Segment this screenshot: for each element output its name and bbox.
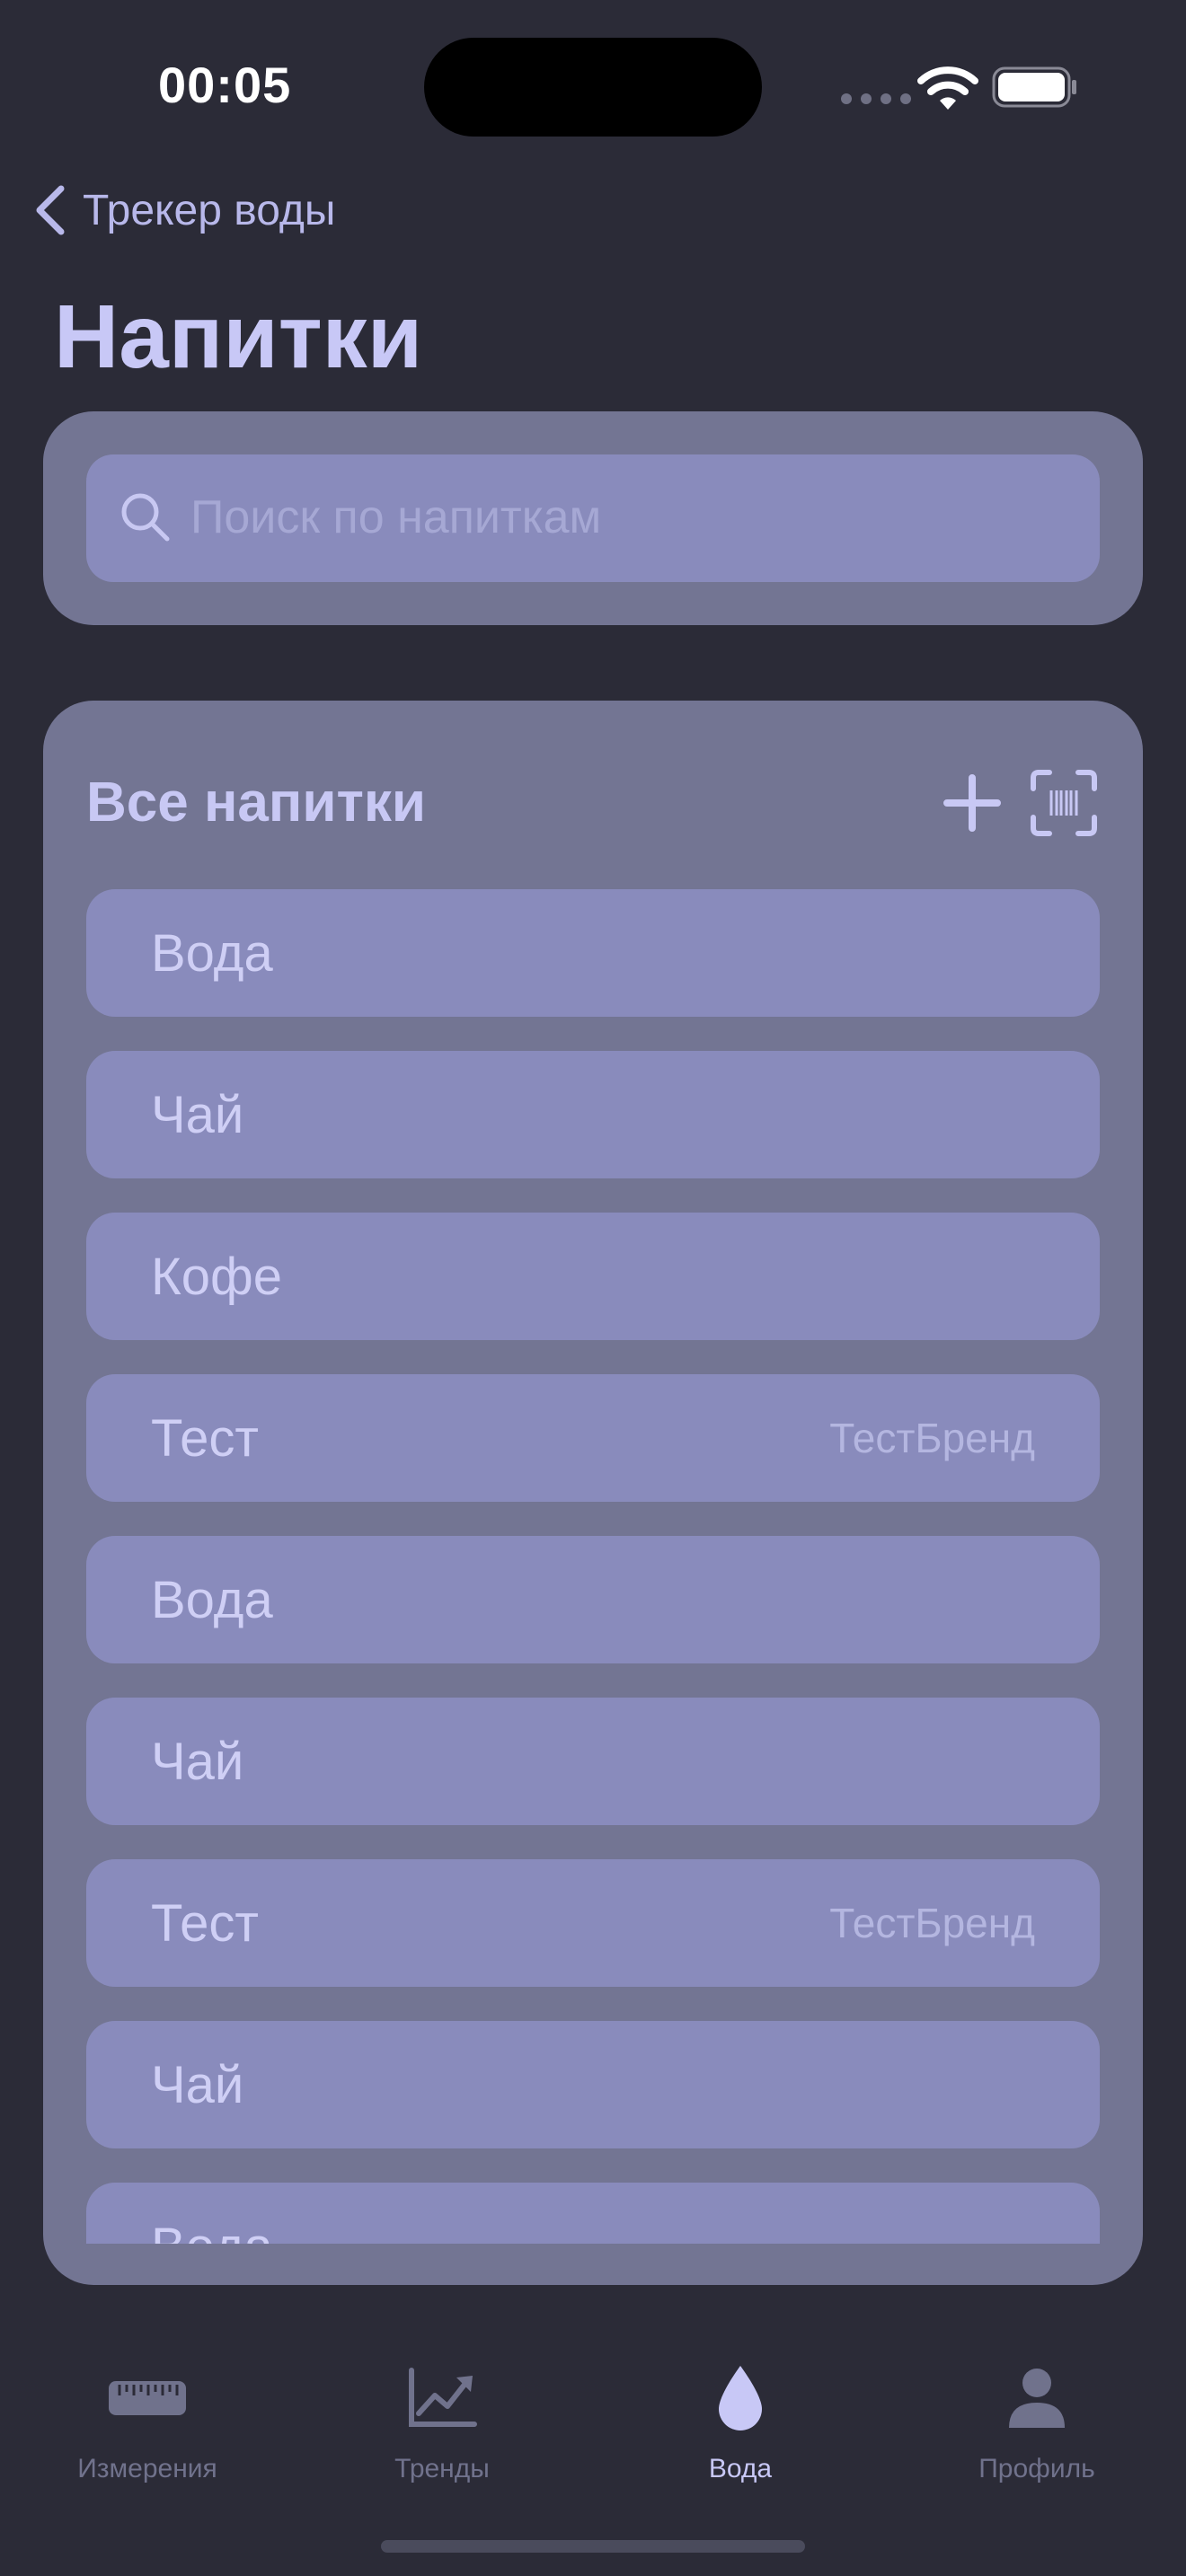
drink-name: Чай (151, 1732, 244, 1791)
drink-list-item[interactable]: Вода (86, 2183, 1100, 2244)
tab-profile[interactable]: Профиль (911, 2362, 1163, 2484)
page-title: Напитки (54, 287, 423, 387)
back-button[interactable]: Трекер воды (32, 183, 335, 237)
search-icon (121, 493, 170, 542)
cellular-signal-icon (841, 93, 911, 104)
drink-list-item[interactable]: Вода (86, 1536, 1100, 1663)
drink-name: Кофе (151, 1247, 283, 1306)
tab-label: Профиль (978, 2454, 1095, 2483)
tab-measurements[interactable]: Измерения (22, 2362, 273, 2484)
home-indicator (381, 2540, 805, 2553)
drink-name: Тест (151, 1408, 259, 1468)
tab-label: Тренды (394, 2454, 490, 2483)
drink-name: Вода (151, 2217, 273, 2245)
drink-brand: ТестБренд (829, 1900, 1035, 1946)
water-drop-icon (719, 2366, 762, 2430)
drink-list-item[interactable]: Чай (86, 2021, 1100, 2148)
ruler-icon (109, 2381, 186, 2415)
status-time: 00:05 (158, 57, 292, 113)
drink-name: Чай (151, 1085, 244, 1144)
tab-water[interactable]: Вода (615, 2362, 866, 2484)
search-input[interactable] (189, 476, 1073, 559)
drink-name: Чай (151, 2055, 244, 2114)
chevron-left-icon (36, 185, 65, 235)
drink-list-item[interactable]: Чай (86, 1698, 1100, 1825)
drink-list-item[interactable]: Тест ТестБренд (86, 1859, 1100, 1987)
barcode-scan-button[interactable] (1030, 769, 1098, 837)
tab-trends[interactable]: Тренды (316, 2362, 568, 2484)
chart-trend-icon (409, 2368, 477, 2427)
drink-list-item[interactable]: Вода (86, 889, 1100, 1017)
drink-name: Вода (151, 1570, 273, 1629)
drink-list-item[interactable]: Кофе (86, 1213, 1100, 1340)
drink-list-item[interactable]: Тест ТестБренд (86, 1374, 1100, 1502)
back-button-label: Трекер воды (83, 186, 336, 234)
drink-name: Вода (151, 923, 273, 983)
tab-label: Измерения (77, 2454, 217, 2483)
list-title: Все напитки (86, 772, 426, 834)
battery-icon (992, 66, 1076, 108)
drinks-list: Вода Чай Кофе Тест ТестБренд Вода Чай Тест ТестБ… (86, 889, 1100, 2244)
add-drink-button[interactable] (942, 772, 1003, 834)
drink-list-item[interactable]: Чай (86, 1051, 1100, 1178)
tab-label: Вода (708, 2454, 773, 2483)
dynamic-island (424, 38, 762, 137)
drink-name: Тест (151, 1893, 259, 1953)
person-icon (1009, 2369, 1065, 2428)
drink-brand: ТестБренд (829, 1415, 1035, 1461)
wifi-icon (917, 66, 978, 110)
